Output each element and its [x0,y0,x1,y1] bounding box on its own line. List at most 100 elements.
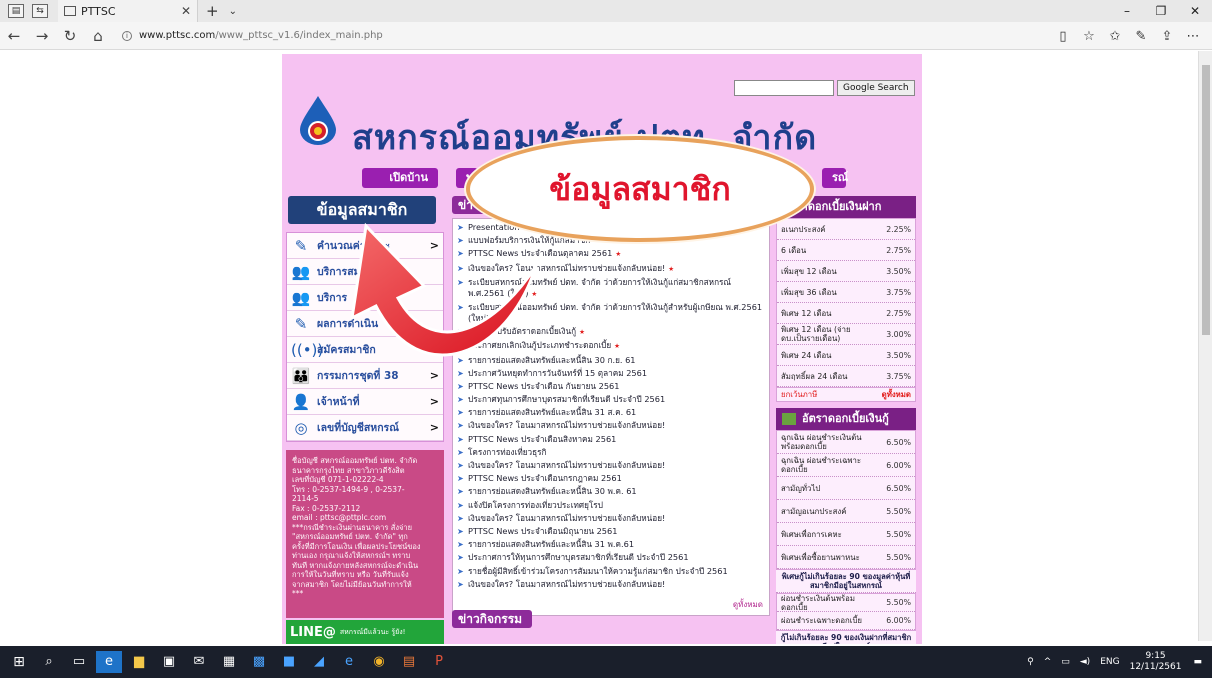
news-item-text[interactable]: PTTSC News ประจำเดือนมิถุนายน 2561 [468,526,765,537]
mail-icon[interactable]: ✉ [186,651,212,673]
line-official-banner[interactable]: LINE@ สหกรณ์มีแล้วนะ รู้ยัง! [286,620,444,644]
tab-preview-icon[interactable]: ▤ [8,4,24,18]
news-item-text[interactable]: โครงการท่องเที่ยวธุรกิ [468,447,765,458]
app-icon-3[interactable]: ■ [276,651,302,673]
notifications-icon[interactable]: ▬ [1193,657,1202,667]
news-item[interactable]: ➤ เงินของใคร? โอนมาสหกรณ์ไม่ทราบช่วยแจ้งก… [457,579,765,590]
set-aside-tabs-icon[interactable]: ⇆ [32,4,48,18]
page-scrollbar[interactable] [1198,51,1212,641]
web-note-icon[interactable]: ✎ [1128,29,1154,44]
rate-row: สัมฤทธิ์ผล 24 เดือน 3.75% [777,366,915,387]
news-item-text[interactable]: รายการย่อแสดงสินทรัพย์และหนี้สิน 31 ส.ค.… [468,407,765,418]
edge-browser-icon[interactable]: e [96,651,122,673]
rate-row: พิเศษเพื่อซื้อยานพาหนะ 5.50% [777,546,915,569]
share-icon[interactable]: ⇪ [1154,29,1180,44]
tab-list-chevron-icon[interactable]: ⌄ [229,6,237,17]
scrollbar-thumb[interactable] [1202,65,1210,335]
news-item[interactable]: ➤ PTTSC News ประจำเดือนกรกฎาคม 2561 [457,473,765,484]
news-item-text[interactable]: เงินของใคร? โอนมาสหกรณ์ไม่ทราบช่วยแจ้งกล… [468,579,765,590]
menu-item-last[interactable]: รณ์ [822,168,848,188]
clock[interactable]: 9:15 12/11/2561 [1130,651,1182,673]
app-icon-5[interactable]: ▤ [396,651,422,673]
app-icon-4[interactable]: ◢ [306,651,332,673]
news-item-text[interactable]: PTTSC News ประจำเดือนสิงหาคม 2561 [468,434,765,445]
news-item[interactable]: ➤ รายการย่อแสดงสินทรัพย์และหนี้สิน 30 พ.ค… [457,486,765,497]
rate-value: 5.50% [886,598,911,607]
contact-line: ***กรณีชำระเงินผ่านธนาคาร สั่งจ่าย [292,522,413,532]
news-item-text[interactable]: ประกาศการให้ทุนการศึกษาบุตรสมาชิกที่เรีย… [468,552,765,563]
network-icon[interactable]: ▭ [1061,657,1070,667]
news-item[interactable]: ➤ เงินของใคร? โอนมาสหกรณ์ไม่ทราบช่วยแจ้งก… [457,460,765,471]
contact-line: จากสมาชิก โดยไม่มีย้อนวันทำการให้ [292,579,412,589]
rate-row: พิเศษเพื่อการเคหะ 5.50% [777,523,915,546]
news-item[interactable]: ➤ โครงการท่องเที่ยวธุรกิ [457,447,765,458]
favorites-hub-icon[interactable]: ✩ [1102,29,1128,44]
minimize-icon[interactable]: – [1110,4,1144,18]
news-item[interactable]: ➤ PTTSC News ประจำเดือนมิถุนายน 2561 [457,526,765,537]
favorite-star-icon[interactable]: ☆ [1076,29,1102,44]
browser-tab[interactable]: PTTSC ✕ [58,0,198,22]
google-search-button[interactable]: Google Search [837,80,915,96]
tray-chevron-icon[interactable]: ^ [1044,657,1052,667]
site-info-icon[interactable]: i [122,30,132,41]
reading-view-icon[interactable]: ▯ [1050,29,1076,44]
task-view-icon[interactable]: ▭ [66,651,92,673]
tax-exempt-more-link[interactable]: ดูทั้งหมด [882,389,911,401]
app-icon-2[interactable]: ▩ [246,651,272,673]
news-item[interactable]: ➤ เงินของใคร? โอนมาสหกรณ์ไม่ทราบช่วยแจ้งก… [457,420,765,431]
app-icon[interactable]: ▦ [216,651,242,673]
close-window-icon[interactable]: ✕ [1178,4,1212,18]
search-icon[interactable]: ⌕ [36,651,62,673]
news-bullet-icon: ➤ [457,447,464,457]
forward-icon[interactable]: → [28,27,56,45]
news-item[interactable]: ➤ รายชื่อผู้มีสิทธิ์เข้าร่วมโครงการสัมมนา… [457,566,765,577]
search-input[interactable] [734,80,834,96]
menu-home[interactable]: เปิดบ้าน [362,168,438,188]
contact-line: Fax : 0-2537-2112 [292,503,361,513]
loan-rate-table-2: ผ่อนชำระเงินต้นพร้อมดอกเบี้ย 5.50% ผ่อนชำร… [776,593,916,631]
home-icon[interactable]: ⌂ [84,27,112,45]
news-item-text[interactable]: เงินของใคร? โอนมาสหกรณ์ไม่ทราบช่วยแจ้งกล… [468,420,765,431]
powerpoint-icon[interactable]: P [426,651,452,673]
news-bullet-icon: ➤ [457,500,464,510]
member-menu-item[interactable]: ◎ เลขที่บัญชีสหกรณ์ > [287,415,443,441]
rate-label: พิเศษเพื่อซื้อยานพาหนะ [781,552,860,562]
url-field[interactable]: i www.pttsc.com/www_pttsc_v1.6/index_mai… [122,26,982,46]
chrome-icon[interactable]: ◉ [366,651,392,673]
news-item[interactable]: ➤ รายการย่อแสดงสินทรัพย์และหนี้สิน 31 พ.ค… [457,539,765,550]
news-item[interactable]: ➤ แจ้งปิดโครงการท่องเที่ยวประเทศยุโรป [457,500,765,511]
file-explorer-icon[interactable]: ▆ [126,651,152,673]
close-tab-icon[interactable]: ✕ [181,4,191,18]
new-badge-icon: ★ [615,250,622,259]
news-item[interactable]: ➤ รายการย่อแสดงสินทรัพย์และหนี้สิน 31 ส.ค… [457,407,765,418]
restore-icon[interactable]: ❐ [1144,4,1178,18]
store-icon[interactable]: ▣ [156,651,182,673]
news-item[interactable]: ➤ PTTSC News ประจำเดือนสิงหาคม 2561 [457,434,765,445]
news-bullet-icon: ➤ [457,566,464,576]
refresh-icon[interactable]: ↻ [56,27,84,45]
news-more-link[interactable]: ดูทั้งหมด [733,598,763,611]
volume-icon[interactable]: ◄) [1080,657,1090,667]
tax-exempt-row: ยกเว้นภาษี ดูทั้งหมด [776,388,916,402]
news-item-text[interactable]: รายชื่อผู้มีสิทธิ์เข้าร่วมโครงการสัมมนาใ… [468,566,765,577]
windows-start-icon[interactable]: ⊞ [6,651,32,673]
rate-label: พิเศษ 12 เดือน [781,308,832,318]
more-menu-icon[interactable]: ⋯ [1180,29,1206,44]
news-item-text[interactable]: เงินของใคร? โอนมาสหกรณ์ไม่ทราบช่วยแจ้งกล… [468,513,765,524]
news-item-text[interactable]: เงินของใคร? โอนมาสหกรณ์ไม่ทราบช่วยแจ้งกล… [468,460,765,471]
news-item-text[interactable]: PTTSC News ประจำเดือนกรกฎาคม 2561 [468,473,765,484]
new-tab-icon[interactable]: + [206,2,219,20]
coop-logo-icon [300,96,336,145]
back-icon[interactable]: ← [0,27,28,45]
rate-label: อเนกประสงค์ [781,224,826,234]
language-indicator[interactable]: ENG [1100,657,1119,667]
news-item-text[interactable]: รายการย่อแสดงสินทรัพย์และหนี้สิน 31 พ.ค.… [468,539,765,550]
rate-label: ผ่อนชำระเงินต้นพร้อมดอกเบี้ย [781,593,855,612]
people-tray-icon[interactable]: ⚲ [1027,657,1034,667]
ie-browser-icon[interactable]: e [336,651,362,673]
news-item-text[interactable]: รายการย่อแสดงสินทรัพย์และหนี้สิน 30 พ.ค.… [468,486,765,497]
news-item[interactable]: ➤ เงินของใคร? โอนมาสหกรณ์ไม่ทราบช่วยแจ้งก… [457,513,765,524]
news-item[interactable]: ➤ ประกาศการให้ทุนการศึกษาบุตรสมาชิกที่เรี… [457,552,765,563]
rate-label: สามัญอเนกประสงค์ [781,506,847,516]
news-item-text[interactable]: แจ้งปิดโครงการท่องเที่ยวประเทศยุโรป [468,500,765,511]
